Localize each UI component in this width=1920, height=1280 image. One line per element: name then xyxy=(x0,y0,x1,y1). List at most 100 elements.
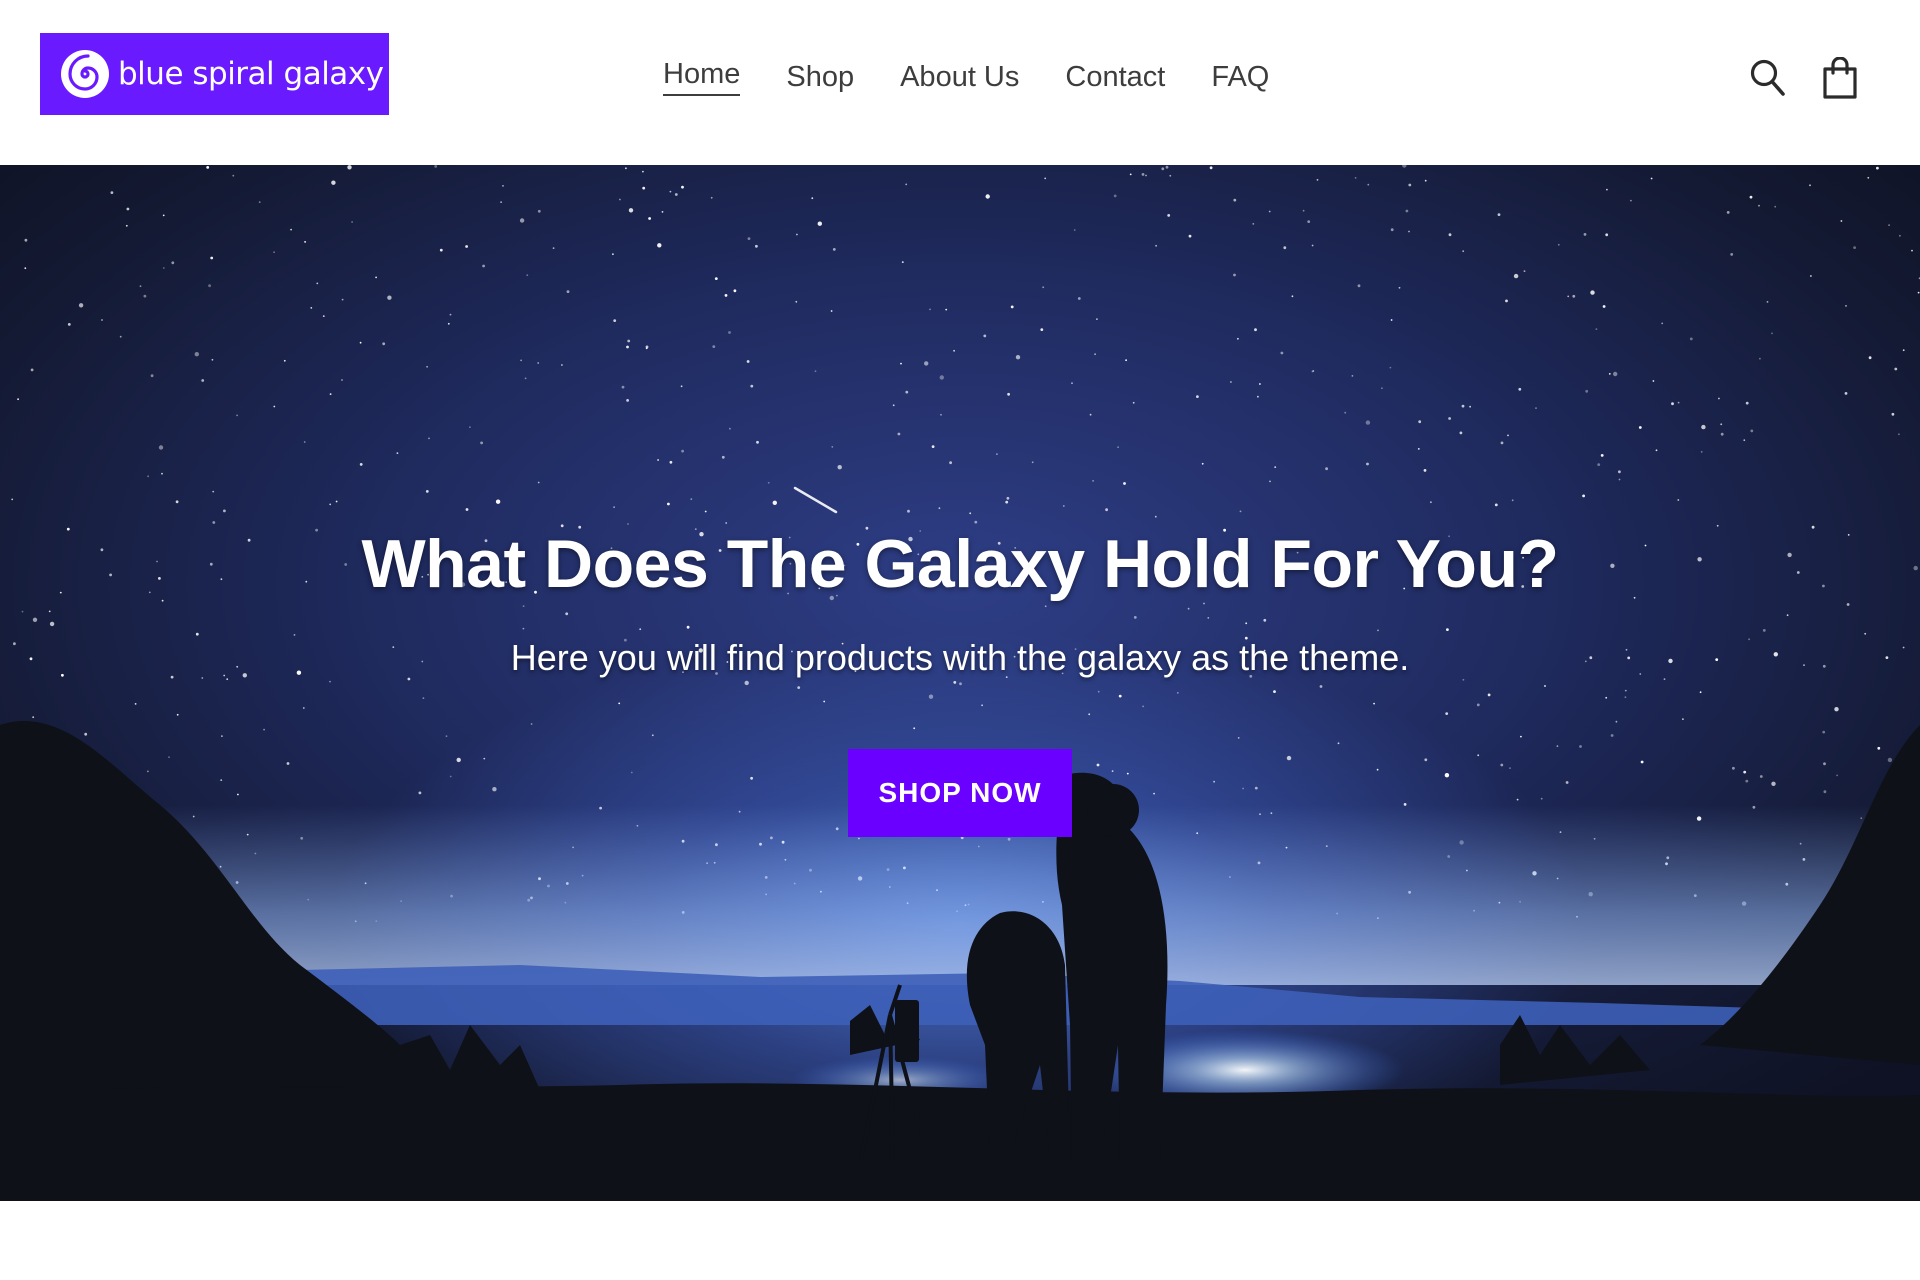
star xyxy=(1161,167,1165,171)
star xyxy=(1366,462,1369,466)
star xyxy=(625,167,627,170)
star xyxy=(1389,366,1392,369)
hero-title: What Does The Galaxy Hold For You? xyxy=(361,526,1559,602)
star xyxy=(162,267,165,269)
star xyxy=(1424,179,1427,182)
star xyxy=(375,276,377,279)
nav-link-home[interactable]: Home xyxy=(663,58,741,96)
star xyxy=(621,385,625,389)
shop-now-button[interactable]: SHOP NOW xyxy=(848,749,1072,837)
star xyxy=(1405,209,1409,213)
main-nav: Home Shop About Us Contact FAQ xyxy=(640,52,1292,102)
star xyxy=(1398,286,1401,289)
star xyxy=(223,509,226,513)
star xyxy=(1745,401,1749,405)
star xyxy=(1291,295,1294,298)
shopping-bag-icon xyxy=(1823,57,1857,99)
star xyxy=(1557,243,1560,246)
star xyxy=(940,413,942,416)
star xyxy=(1167,214,1171,217)
star xyxy=(335,500,338,503)
star xyxy=(1071,382,1073,385)
star xyxy=(924,361,929,366)
star xyxy=(1911,249,1913,252)
star xyxy=(329,393,332,395)
star xyxy=(428,437,430,440)
star xyxy=(1853,246,1856,249)
star xyxy=(519,218,525,223)
star xyxy=(1507,434,1509,437)
nav-link-contact[interactable]: Contact xyxy=(1065,61,1165,94)
nav-link-faq[interactable]: FAQ xyxy=(1211,61,1269,94)
star xyxy=(1230,381,1232,383)
star xyxy=(1430,501,1432,504)
star xyxy=(304,241,306,243)
star xyxy=(1325,467,1328,471)
star xyxy=(1677,401,1680,404)
star xyxy=(905,390,909,394)
star xyxy=(482,264,485,268)
star xyxy=(1608,373,1611,375)
star xyxy=(1233,198,1237,202)
star xyxy=(171,261,175,265)
star xyxy=(1423,469,1427,472)
star xyxy=(1365,420,1371,425)
star xyxy=(767,481,770,484)
star xyxy=(1381,387,1383,390)
star xyxy=(1145,174,1147,177)
star xyxy=(661,211,664,213)
star xyxy=(465,508,469,511)
star xyxy=(194,352,199,357)
star xyxy=(1042,286,1045,289)
star xyxy=(1007,392,1010,396)
star xyxy=(1209,166,1213,170)
star xyxy=(322,315,325,317)
star xyxy=(1689,337,1693,341)
star xyxy=(1165,165,1169,169)
star xyxy=(1523,270,1526,272)
star xyxy=(669,460,673,464)
brand-logo[interactable]: blue spiral galaxy xyxy=(40,33,389,115)
star xyxy=(1743,439,1746,442)
star xyxy=(143,294,147,298)
star xyxy=(1618,470,1621,474)
star xyxy=(119,335,122,338)
star xyxy=(1500,441,1504,445)
star xyxy=(329,503,332,506)
site-header: blue spiral galaxy Home Shop About Us Co… xyxy=(0,0,1920,165)
star xyxy=(1650,177,1653,180)
star xyxy=(78,303,84,308)
search-icon xyxy=(1750,59,1785,96)
star xyxy=(1671,402,1674,406)
star xyxy=(1535,407,1537,409)
star xyxy=(1595,328,1598,330)
star xyxy=(1233,273,1236,277)
nav-link-shop[interactable]: Shop xyxy=(786,61,854,94)
star xyxy=(1597,463,1601,466)
star xyxy=(1044,177,1047,180)
cart-button[interactable] xyxy=(1817,55,1863,101)
star xyxy=(1630,199,1632,202)
star xyxy=(817,221,822,226)
star xyxy=(480,441,483,445)
star xyxy=(1513,273,1519,279)
star xyxy=(1390,319,1393,321)
star xyxy=(1759,357,1761,360)
star xyxy=(1494,503,1498,507)
star xyxy=(1132,401,1135,404)
star xyxy=(1771,332,1773,335)
nav-link-about-us[interactable]: About Us xyxy=(900,61,1019,94)
star xyxy=(1774,205,1777,208)
star xyxy=(1031,461,1034,464)
hero-content: What Does The Galaxy Hold For You? Here … xyxy=(0,525,1920,837)
star xyxy=(1169,174,1172,177)
search-button[interactable] xyxy=(1745,55,1791,101)
star xyxy=(1201,462,1204,465)
star xyxy=(832,248,836,251)
star xyxy=(626,345,629,349)
star xyxy=(667,502,670,506)
star xyxy=(1462,250,1465,253)
star xyxy=(1891,412,1895,416)
star xyxy=(139,285,142,288)
star xyxy=(526,274,529,277)
